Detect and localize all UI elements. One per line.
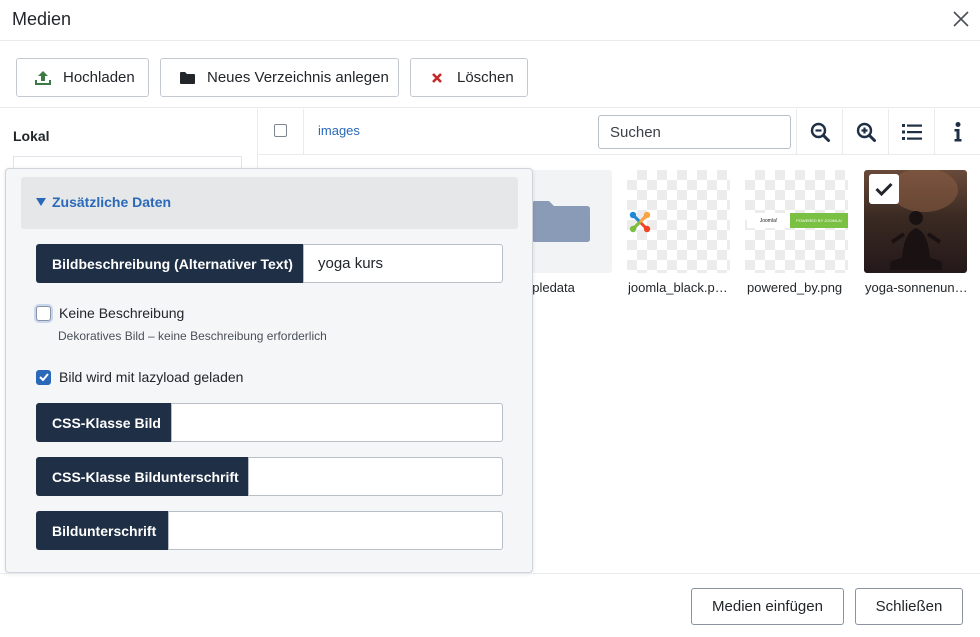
browser-bar: images	[259, 109, 980, 155]
toolbar: Hochladen Neues Verzeichnis anlegen Lösc…	[0, 41, 980, 108]
media-item-name: powered_by.png	[747, 280, 843, 295]
list-icon	[901, 124, 922, 140]
delete-label: Löschen	[457, 69, 514, 86]
image-thumbnail	[864, 170, 967, 273]
alt-text-label: Bildbeschreibung (Alternativer Text)	[36, 244, 303, 283]
css-image-input[interactable]	[171, 403, 503, 442]
bar-divider	[303, 109, 304, 155]
css-caption-label: CSS-Klasse Bildunterschrift	[36, 457, 248, 496]
close-icon	[953, 11, 969, 27]
zoom-out-button[interactable]	[796, 109, 842, 155]
delete-button[interactable]: Löschen	[410, 58, 528, 97]
panel-title: Zusätzliche Daten	[52, 194, 172, 210]
selected-checkmark[interactable]	[869, 174, 899, 204]
search-input[interactable]	[598, 115, 791, 149]
alt-text-input[interactable]	[303, 244, 503, 283]
caption-input[interactable]	[168, 511, 503, 550]
media-item-name: yoga-sonnenun…	[865, 280, 968, 295]
delete-icon	[427, 72, 447, 84]
breadcrumb-images[interactable]: images	[318, 123, 360, 138]
image-thumbnail	[627, 170, 730, 273]
upload-label: Hochladen	[63, 69, 135, 86]
check-icon	[38, 373, 49, 381]
sidebar-title: Lokal	[13, 128, 50, 144]
modal-title: Medien	[12, 9, 72, 29]
info-button[interactable]	[934, 109, 980, 155]
lazyload-row[interactable]: Bild wird mit lazyload geladen	[36, 369, 243, 385]
info-icon	[954, 122, 961, 142]
insert-media-button[interactable]: Medien einfügen	[691, 588, 844, 625]
image-thumbnail: Joomla! POWERED BY JOOMLA!	[745, 170, 848, 273]
css-image-label: CSS-Klasse Bild	[36, 403, 171, 442]
joomla-wordmark: Joomla!	[747, 213, 790, 228]
no-description-label: Keine Beschreibung	[59, 305, 185, 321]
no-description-hint: Dekoratives Bild – keine Beschreibung er…	[58, 329, 327, 343]
powered-banner: Joomla! POWERED BY JOOMLA!	[747, 213, 848, 228]
footer-divider	[0, 573, 980, 574]
joomla-logo-icon	[629, 211, 651, 233]
upload-icon	[33, 70, 53, 86]
checkmark-icon	[875, 182, 893, 196]
caption-label: Bildunterschrift	[36, 511, 168, 550]
close-button[interactable]	[948, 6, 974, 32]
select-all-checkbox[interactable]	[274, 124, 287, 137]
media-item-name: npledata	[525, 280, 575, 295]
zoom-in-button[interactable]	[842, 109, 888, 155]
zoom-out-icon	[810, 122, 830, 142]
additional-data-toggle[interactable]: Zusätzliche Daten	[21, 177, 518, 229]
caret-down-icon	[36, 198, 46, 206]
new-folder-button[interactable]: Neues Verzeichnis anlegen	[160, 58, 399, 97]
list-view-button[interactable]	[888, 109, 934, 155]
lazyload-checkbox[interactable]	[36, 369, 51, 385]
lazyload-label: Bild wird mit lazyload geladen	[59, 369, 244, 385]
additional-data-panel: Zusätzliche Daten Bildbeschreibung (Alte…	[5, 168, 533, 573]
powered-text: POWERED BY JOOMLA!	[790, 213, 848, 228]
close-modal-button[interactable]: Schließen	[855, 588, 963, 625]
no-description-checkbox[interactable]	[36, 305, 51, 321]
new-folder-label: Neues Verzeichnis anlegen	[207, 69, 389, 86]
upload-button[interactable]: Hochladen	[16, 58, 149, 97]
no-description-row[interactable]: Keine Beschreibung	[36, 305, 184, 321]
modal-header: Medien	[0, 0, 980, 41]
zoom-in-icon	[856, 122, 876, 142]
media-item-name: joomla_black.p…	[628, 280, 728, 295]
folder-icon	[177, 71, 197, 85]
css-caption-input[interactable]	[248, 457, 503, 496]
